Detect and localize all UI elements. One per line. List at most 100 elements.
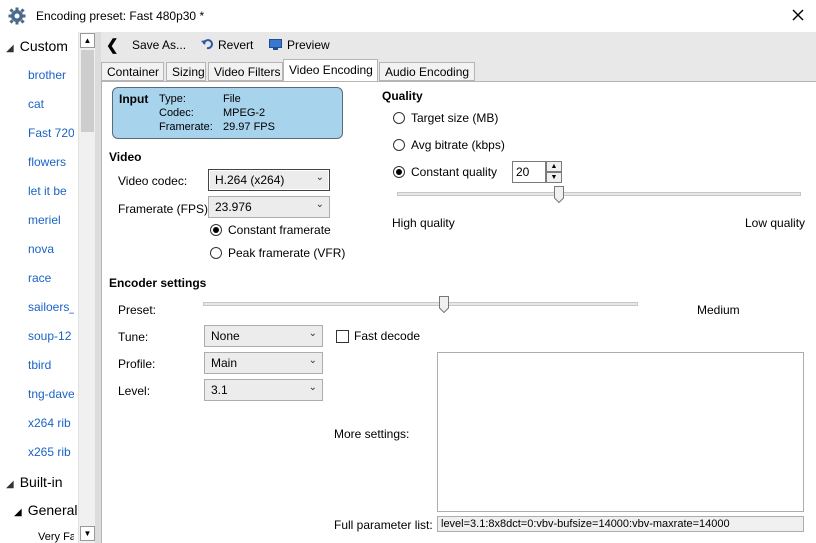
chevron-down-icon: ⌄ — [315, 199, 324, 210]
tab-container[interactable]: Container — [101, 62, 164, 81]
tree-group-label: General — [27, 502, 78, 518]
tree-item-fast-720[interactable]: Fast 720 — [28, 126, 74, 140]
preset-value: Medium — [697, 303, 740, 317]
target-size-label: Target size (MB) — [411, 111, 499, 125]
video-section-title: Video — [109, 150, 142, 164]
chevron-down-icon: ⌄ — [308, 355, 317, 366]
tree-item-meriel[interactable]: meriel — [28, 213, 74, 227]
level-value: 3.1 — [211, 383, 228, 397]
input-info-box: Input Type: File Codec: MPEG-2 Framerate… — [112, 87, 343, 139]
tree-group-custom[interactable]: ◢ Custom — [6, 38, 68, 54]
high-quality-label: High quality — [392, 216, 455, 230]
scroll-down-icon[interactable]: ▼ — [80, 526, 95, 541]
tab-video-encoding[interactable]: Video Encoding — [283, 59, 378, 82]
tree-item-race[interactable]: race — [28, 271, 74, 285]
tree-item-soup[interactable]: soup-12 — [28, 329, 74, 343]
video-codec-value: H.264 (x264) — [215, 173, 285, 187]
profile-select[interactable]: Main ⌄ — [204, 352, 323, 374]
peak-framerate-label: Peak framerate (VFR) — [228, 246, 346, 260]
profile-value: Main — [211, 356, 238, 370]
chevron-down-icon: ⌄ — [315, 172, 324, 183]
revert-icon — [201, 39, 213, 50]
spin-up-icon[interactable]: ▲ — [546, 161, 562, 172]
tree-item-flowers[interactable]: flowers — [28, 155, 74, 169]
scroll-up-icon[interactable]: ▲ — [80, 33, 95, 48]
peak-framerate-radio[interactable] — [210, 247, 222, 259]
input-header: Input — [119, 92, 149, 106]
tree-item-very-fast[interactable]: Very Fa — [38, 531, 74, 543]
tab-audio-encoding[interactable]: Audio Encoding — [379, 62, 475, 81]
profile-label: Profile: — [118, 357, 156, 371]
revert-button[interactable]: Revert — [201, 38, 253, 52]
target-size-radio[interactable] — [393, 112, 405, 124]
tree-item-nova[interactable]: nova — [28, 242, 74, 256]
full-parameter-list-field[interactable]: level=3.1:8x8dct=0:vbv-bufsize=14000:vbv… — [437, 516, 804, 532]
input-framerate-label: Framerate: — [159, 121, 213, 133]
constant-framerate-radio[interactable] — [210, 224, 222, 236]
quality-slider-thumb[interactable] — [553, 186, 564, 203]
constant-quality-label: Constant quality — [411, 165, 498, 179]
tree-item-brother[interactable]: brother — [28, 68, 74, 82]
tree-item-x265-rib[interactable]: x265 rib — [28, 445, 74, 459]
tree-scrollbar[interactable]: ▲ ▼ — [78, 32, 95, 543]
title-bar: Encoding preset: Fast 480p30 * — [0, 0, 816, 32]
more-settings-label: More settings: — [334, 427, 410, 441]
tune-select[interactable]: None ⌄ — [204, 325, 323, 347]
toolbar: ❮ Save As... Revert Preview — [101, 32, 816, 59]
level-select[interactable]: 3.1 ⌄ — [204, 379, 323, 401]
constant-framerate-label: Constant framerate — [228, 223, 331, 237]
preset-label: Preset: — [118, 303, 157, 317]
input-codec-value: MPEG-2 — [223, 107, 266, 119]
expand-triangle-icon: ◢ — [14, 507, 22, 518]
quality-slider-track[interactable] — [397, 192, 801, 196]
level-label: Level: — [118, 384, 151, 398]
save-as-button[interactable]: Save As... — [132, 38, 186, 52]
framerate-select[interactable]: 23.976 ⌄ — [208, 196, 330, 218]
window-title: Encoding preset: Fast 480p30 * — [36, 9, 205, 23]
constant-quality-radio[interactable] — [393, 166, 405, 178]
fast-decode-checkbox[interactable] — [336, 330, 349, 343]
encoder-settings-title: Encoder settings — [109, 276, 207, 290]
scroll-thumb[interactable] — [81, 50, 94, 132]
back-arrow-icon[interactable]: ❮ — [106, 36, 119, 54]
preview-icon — [269, 39, 282, 50]
tree-item-sailoers[interactable]: sailoers_ — [28, 300, 74, 314]
input-codec-label: Codec: — [159, 107, 194, 119]
tab-video-filters[interactable]: Video Filters — [208, 62, 283, 81]
tune-value: None — [211, 329, 240, 343]
preview-button[interactable]: Preview — [269, 38, 330, 52]
input-framerate-value: 29.97 FPS — [223, 121, 275, 133]
framerate-label: Framerate (FPS): — [118, 202, 212, 216]
tab-sizing[interactable]: Sizing — [166, 62, 206, 81]
tree-group-label: Built-in — [19, 474, 63, 490]
expand-triangle-icon: ◢ — [6, 43, 14, 54]
tree-item-tbird[interactable]: tbird — [28, 358, 74, 372]
tree-item-tng-dave[interactable]: tng-dave — [28, 387, 74, 401]
tree-group-general[interactable]: ◢ General — [14, 502, 78, 518]
close-icon[interactable] — [790, 7, 806, 23]
cq-value-box[interactable]: 20 — [512, 161, 546, 183]
chevron-down-icon: ⌄ — [308, 328, 317, 339]
video-codec-select[interactable]: H.264 (x264) ⌄ — [208, 169, 330, 191]
more-settings-textarea[interactable] — [437, 352, 804, 512]
tree-group-builtin[interactable]: ◢ Built-in — [6, 474, 63, 490]
expand-triangle-icon: ◢ — [6, 479, 14, 490]
tree-item-cat[interactable]: cat — [28, 97, 74, 111]
avg-bitrate-radio[interactable] — [393, 139, 405, 151]
tree-item-let-it-be[interactable]: let it be — [28, 184, 74, 198]
constant-quality-spinner[interactable]: 20 ▲ ▼ — [512, 161, 562, 183]
gear-icon — [8, 7, 26, 25]
tune-label: Tune: — [118, 330, 149, 344]
preset-slider-track[interactable] — [203, 302, 638, 306]
preset-slider-thumb[interactable] — [439, 296, 450, 313]
tree-item-x264-rib[interactable]: x264 rib — [28, 416, 74, 430]
revert-label: Revert — [218, 38, 254, 52]
chevron-down-icon: ⌄ — [308, 382, 317, 393]
preview-label: Preview — [287, 38, 330, 52]
quality-section-title: Quality — [382, 89, 423, 103]
spin-down-icon[interactable]: ▼ — [546, 172, 562, 183]
input-type-label: Type: — [159, 93, 186, 105]
video-codec-label: Video codec: — [118, 174, 188, 188]
framerate-value: 23.976 — [215, 200, 252, 214]
input-type-value: File — [223, 93, 241, 105]
